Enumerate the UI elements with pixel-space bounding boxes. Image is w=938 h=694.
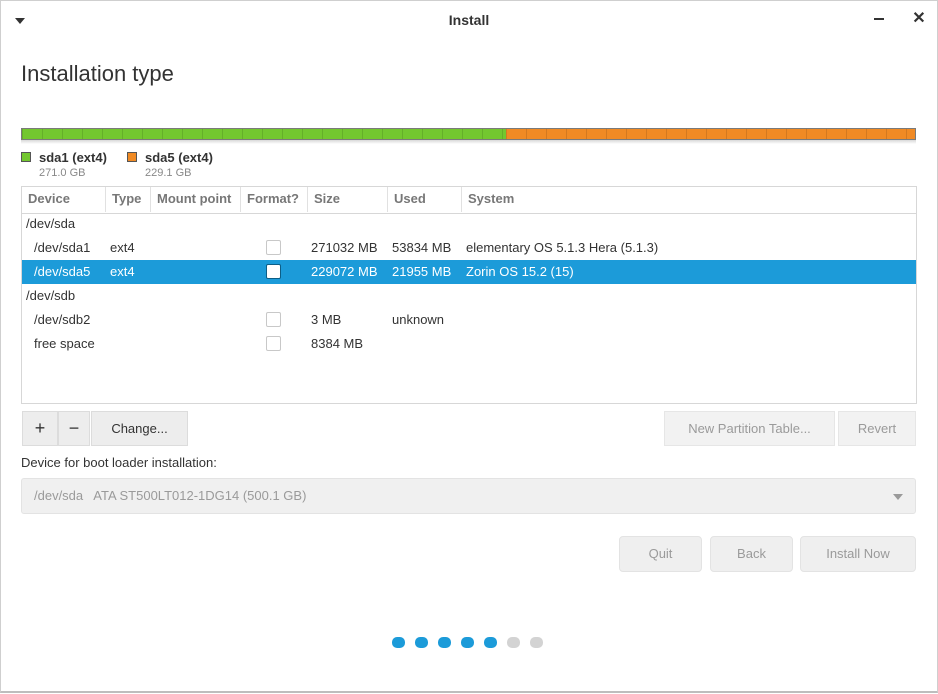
window-title: Install [448, 12, 490, 28]
cell-device: /dev/sda [26, 216, 76, 231]
cell-device: /dev/sdb [26, 288, 76, 303]
cell-used: 53834 MB [392, 240, 452, 255]
table-row[interactable]: free space 8384 MB [22, 332, 916, 356]
legend-partition-name: sda1 (ext4) [39, 150, 107, 165]
cell-size: 229072 MB [311, 264, 378, 279]
cell-type: ext4 [110, 264, 135, 279]
legend-partition-size: 229.1 GB [145, 167, 192, 179]
close-icon[interactable]: ✕ [911, 9, 927, 29]
back-button[interactable]: Back [710, 536, 793, 572]
progress-dot [507, 637, 520, 648]
title-bar: Install ✕ [1, 1, 937, 37]
cell-device: free space [34, 336, 95, 351]
progress-dot [530, 637, 543, 648]
cell-device: /dev/sdb2 [34, 312, 91, 327]
minimize-icon[interactable] [874, 18, 884, 20]
add-partition-button[interactable]: + [22, 411, 58, 446]
table-row[interactable]: /dev/sda5 ext4 229072 MB 21955 MB Zorin OS 1… [22, 260, 916, 284]
table-header: Device Type Mount point Format? Size Use… [22, 187, 916, 214]
install-now-button[interactable]: Install Now [800, 536, 916, 572]
column-used-header[interactable]: Used [388, 187, 462, 212]
table-row[interactable]: /dev/sdb2 3 MB unknown [22, 308, 916, 332]
bootloader-label: Device for boot loader installation: [21, 455, 217, 470]
legend-swatch [21, 152, 31, 162]
progress-dot [438, 637, 451, 648]
table-group-row[interactable]: /dev/sdb [22, 284, 916, 308]
partition-bar [21, 128, 916, 140]
cell-used: 21955 MB [392, 264, 452, 279]
cell-used: unknown [392, 312, 445, 327]
format-checkbox[interactable] [266, 312, 281, 327]
cell-size: 3 MB [311, 312, 342, 327]
change-partition-button[interactable]: Change... [91, 411, 188, 446]
progress-dot [461, 637, 474, 648]
column-format-header[interactable]: Format? [241, 187, 308, 212]
format-checkbox[interactable] [266, 336, 281, 351]
partition-bar-segment [506, 129, 915, 139]
format-checkbox[interactable] [266, 264, 281, 279]
column-system-header[interactable]: System [462, 187, 916, 212]
revert-button[interactable]: Revert [838, 411, 916, 446]
column-size-header[interactable]: Size [308, 187, 388, 212]
legend-partition-name: sda5 (ext4) [145, 150, 213, 165]
cell-size: 271032 MB [311, 240, 378, 255]
progress-dot [484, 637, 497, 648]
column-device-header[interactable]: Device [22, 187, 106, 212]
bootloader-device-select[interactable]: /dev/sda ATA ST500LT012-1DG14 (500.1 GB) [21, 478, 916, 514]
column-mount-header[interactable]: Mount point [151, 187, 241, 212]
legend-partition-size: 271.0 GB [39, 167, 86, 179]
new-partition-table-button[interactable]: New Partition Table... [664, 411, 835, 446]
remove-partition-button[interactable]: − [58, 411, 90, 446]
cell-system: Zorin OS 15.2 (15) [466, 264, 574, 279]
quit-button[interactable]: Quit [619, 536, 702, 572]
page-title: Installation type [21, 61, 174, 86]
legend-swatch [127, 152, 137, 162]
cell-device: /dev/sda5 [34, 264, 91, 279]
bootloader-device-value: /dev/sda ATA ST500LT012-1DG14 (500.1 GB) [34, 488, 307, 503]
cell-system: elementary OS 5.1.3 Hera (5.1.3) [466, 240, 659, 255]
table-row[interactable]: /dev/sda1 ext4 271032 MB 53834 MB elementary… [22, 236, 916, 260]
progress-dot [415, 637, 428, 648]
partition-bar-segment [22, 129, 506, 139]
column-type-header[interactable]: Type [106, 187, 151, 212]
chevron-down-icon [893, 494, 903, 500]
cell-device: /dev/sda1 [34, 240, 91, 255]
progress-dot [392, 637, 405, 648]
format-checkbox[interactable] [266, 240, 281, 255]
table-group-row[interactable]: /dev/sda [22, 212, 916, 236]
partition-table: Device Type Mount point Format? Size Use… [21, 186, 917, 404]
partition-bar-shadow [21, 140, 916, 144]
cell-type: ext4 [110, 240, 135, 255]
cell-size: 8384 MB [311, 336, 364, 351]
